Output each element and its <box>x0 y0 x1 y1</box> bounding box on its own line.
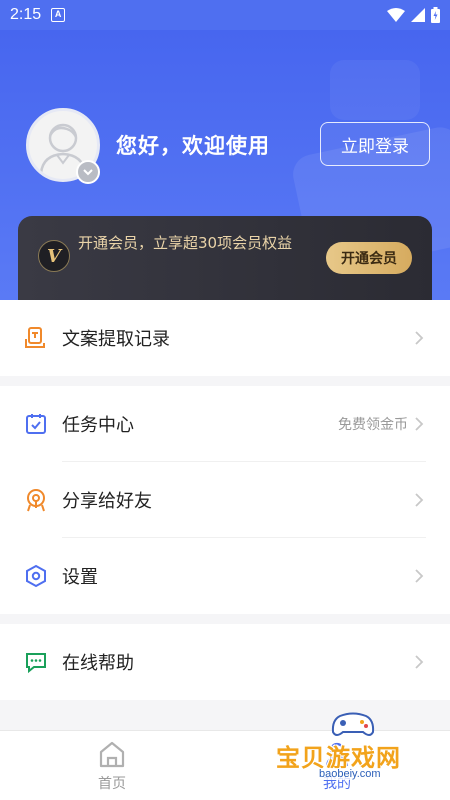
document-icon <box>25 327 45 348</box>
menu-item-help[interactable]: 在线帮助 <box>0 624 450 700</box>
settings-icon <box>26 564 46 588</box>
chevron-right-icon <box>415 331 424 345</box>
profile-header: 您好，欢迎使用 立即登录 V 开通会员，立享超30项会员权益 开通会员 <box>0 30 450 300</box>
watermark-url: baobeiy.com <box>316 768 384 780</box>
chat-icon <box>26 653 46 674</box>
vip-logo-icon: V <box>38 240 70 272</box>
chevron-right-icon <box>415 569 424 583</box>
header-decoration <box>330 60 420 120</box>
status-bar: 2:15 A <box>0 0 450 30</box>
chevron-right-icon <box>415 417 424 431</box>
coins-hint: 免费领金币 <box>338 417 408 433</box>
vip-description: 开通会员，立享超30项会员权益 <box>78 234 293 252</box>
gamepad-icon <box>331 712 375 736</box>
calendar-check-icon <box>26 414 46 434</box>
signal-icon <box>411 8 425 22</box>
menu-label: 在线帮助 <box>62 653 134 674</box>
app-notification-icon: A <box>51 8 66 22</box>
greeting-text: 您好，欢迎使用 <box>116 134 270 158</box>
vip-banner[interactable]: V 开通会员，立享超30项会员权益 开通会员 <box>18 216 432 300</box>
menu-label: 分享给好友 <box>62 491 152 512</box>
login-button[interactable]: 立即登录 <box>320 122 430 166</box>
menu-item-share[interactable]: 分享给好友 <box>0 462 450 538</box>
help-card: 在线帮助 <box>0 624 450 700</box>
share-icon <box>27 489 45 512</box>
open-vip-button[interactable]: 开通会员 <box>326 242 412 274</box>
menu-label: 文案提取记录 <box>62 329 170 350</box>
chevron-right-icon <box>415 655 424 669</box>
tab-label: 首页 <box>98 776 126 792</box>
avatar-badge <box>76 160 100 184</box>
menu-item-records[interactable]: 文案提取记录 <box>0 300 450 376</box>
status-time: 2:15 <box>10 6 42 23</box>
main-menu-card: 任务中心 免费领金币 分享给好友 设置 <box>0 386 450 614</box>
menu-label: 设置 <box>62 567 98 588</box>
status-icons <box>387 7 440 23</box>
chevron-down-icon <box>83 169 93 176</box>
home-icon <box>99 741 125 768</box>
site-watermark: 宝贝游戏网 baobeiy.com <box>272 706 432 798</box>
wifi-icon <box>387 8 405 22</box>
records-card: 文案提取记录 <box>0 300 450 376</box>
chevron-right-icon <box>415 493 424 507</box>
menu-item-tasks[interactable]: 任务中心 免费领金币 <box>0 386 450 462</box>
battery-icon <box>431 7 440 23</box>
menu-item-settings[interactable]: 设置 <box>0 538 450 614</box>
menu-label: 任务中心 <box>62 415 134 436</box>
tab-home[interactable]: 首页 <box>72 739 152 793</box>
